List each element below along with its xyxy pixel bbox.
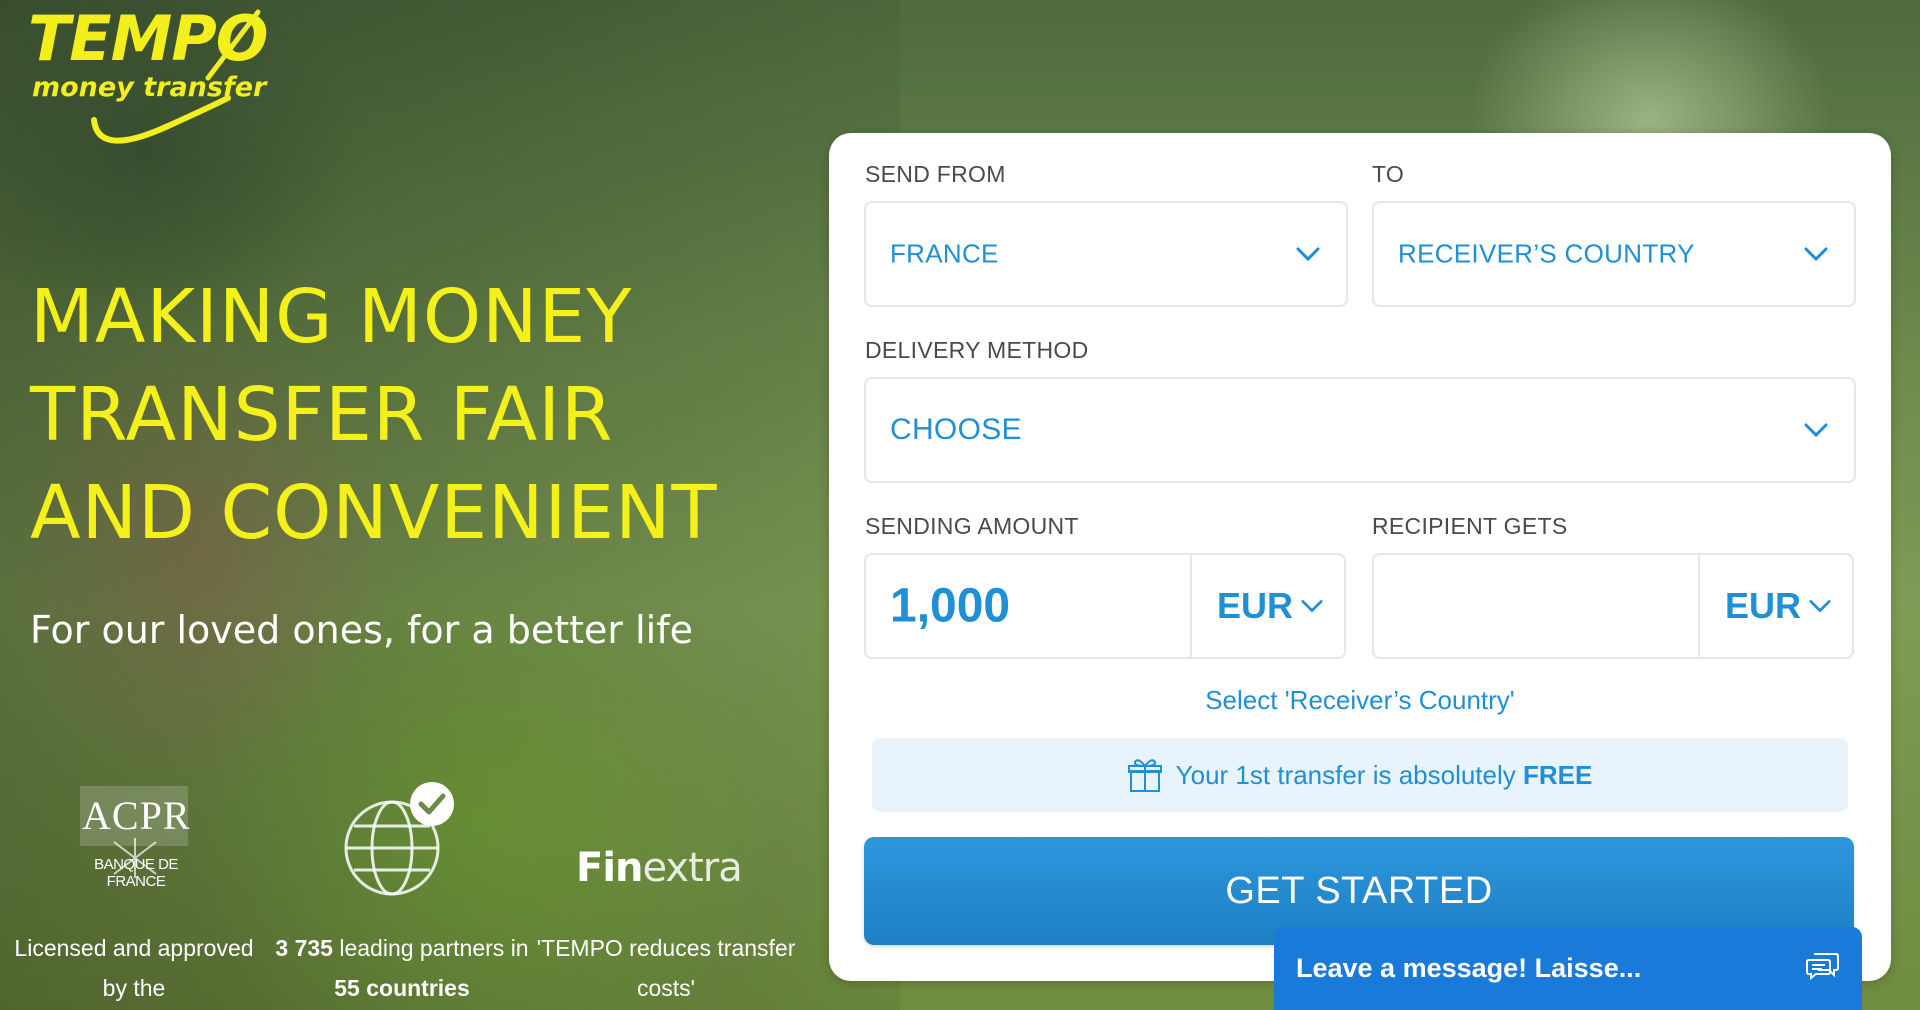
to-label: TO [1372, 161, 1405, 187]
chevron-down-icon [1804, 247, 1828, 261]
chevron-down-icon [1804, 423, 1828, 437]
acpr-title: ACPR [82, 793, 191, 838]
recipient-currency-value: EUR [1724, 585, 1801, 626]
chevron-down-icon [1301, 600, 1323, 613]
sending-amount-label: SENDING AMOUNT [865, 513, 1079, 539]
sending-amount-input[interactable]: 1,000 EUR [864, 553, 1346, 659]
acpr-logo: ACPR BANQUE DE FRANCE [80, 786, 190, 890]
partners-text: leading partners in [339, 935, 529, 961]
receiver-country-value: RECEIVER’S COUNTRY [1398, 238, 1695, 269]
delivery-method-value: CHOOSE [890, 413, 1022, 446]
recipient-gets-input[interactable]: EUR [1372, 553, 1854, 659]
promo-text: Your 1st transfer is absolutely FREE [1176, 760, 1593, 791]
caption-quote: 'TEMPO reduces transfer costs' [536, 935, 796, 1001]
select-country-hint: Select 'Receiver’s Country' [1205, 685, 1515, 715]
sending-currency-value: EUR [1216, 585, 1293, 626]
headline-line-2: TRANSFER FAIR [30, 372, 614, 458]
gift-icon [1127, 759, 1162, 792]
delivery-method-select[interactable]: CHOOSE [864, 377, 1856, 483]
globe-check-icon [340, 780, 460, 900]
recipient-gets-label: RECIPIENT GETS [1372, 513, 1568, 539]
send-from-select[interactable]: FRANCE [864, 201, 1348, 307]
promo-text-free: FREE [1523, 759, 1593, 790]
finextra-logo: Finextra [576, 845, 743, 891]
headline-line-3: AND CONVENIENT [30, 470, 718, 556]
page: TEMPO money transfer MAKING MONEY TRANSF… [0, 0, 1920, 1010]
hero-headline: MAKING MONEY TRANSFER FAIR AND CONVENIEN… [30, 268, 830, 562]
partners-count: 3 735 [275, 935, 333, 961]
caption-licensed: Licensed and approved by the [14, 935, 254, 1001]
receiver-country-select[interactable]: RECEIVER’S COUNTRY [1372, 201, 1856, 307]
caption-partners: 3 735 leading partners in 55 countries [272, 928, 532, 1008]
chat-label: Leave a message! Laisse... [1296, 953, 1642, 983]
transfer-form: SEND FROM TO FRANCE RECEIVER’S COUNTRY D… [829, 133, 1891, 981]
sending-amount-value: 1,000 [890, 579, 1011, 633]
chevron-down-icon [1296, 247, 1320, 261]
delivery-method-label: DELIVERY METHOD [865, 337, 1089, 363]
sending-currency-select[interactable]: EUR [1190, 555, 1348, 657]
acpr-subtitle: BANQUE DE FRANCE [94, 856, 178, 890]
first-transfer-promo: Your 1st transfer is absolutely FREE [872, 738, 1848, 812]
send-from-label: SEND FROM [865, 161, 1006, 187]
recipient-currency-select[interactable]: EUR [1698, 555, 1856, 657]
finextra-bold: Fin [576, 845, 644, 891]
chat-bubbles-icon [1806, 953, 1839, 981]
chevron-down-icon [1809, 600, 1831, 613]
finextra-light: extra [642, 845, 743, 891]
send-from-value: FRANCE [890, 238, 999, 269]
hero-tagline: For our loved ones, for a better life [30, 608, 693, 652]
chat-widget[interactable]: Leave a message! Laisse... [1274, 927, 1862, 1010]
headline-line-1: MAKING MONEY [30, 274, 633, 360]
partners-countries: 55 countries [334, 975, 470, 1001]
logo-swoosh-icon [91, 9, 261, 144]
promo-text-main: Your 1st transfer is absolutely [1175, 759, 1516, 790]
tempo-logo[interactable]: TEMPO money transfer [28, 8, 288, 148]
